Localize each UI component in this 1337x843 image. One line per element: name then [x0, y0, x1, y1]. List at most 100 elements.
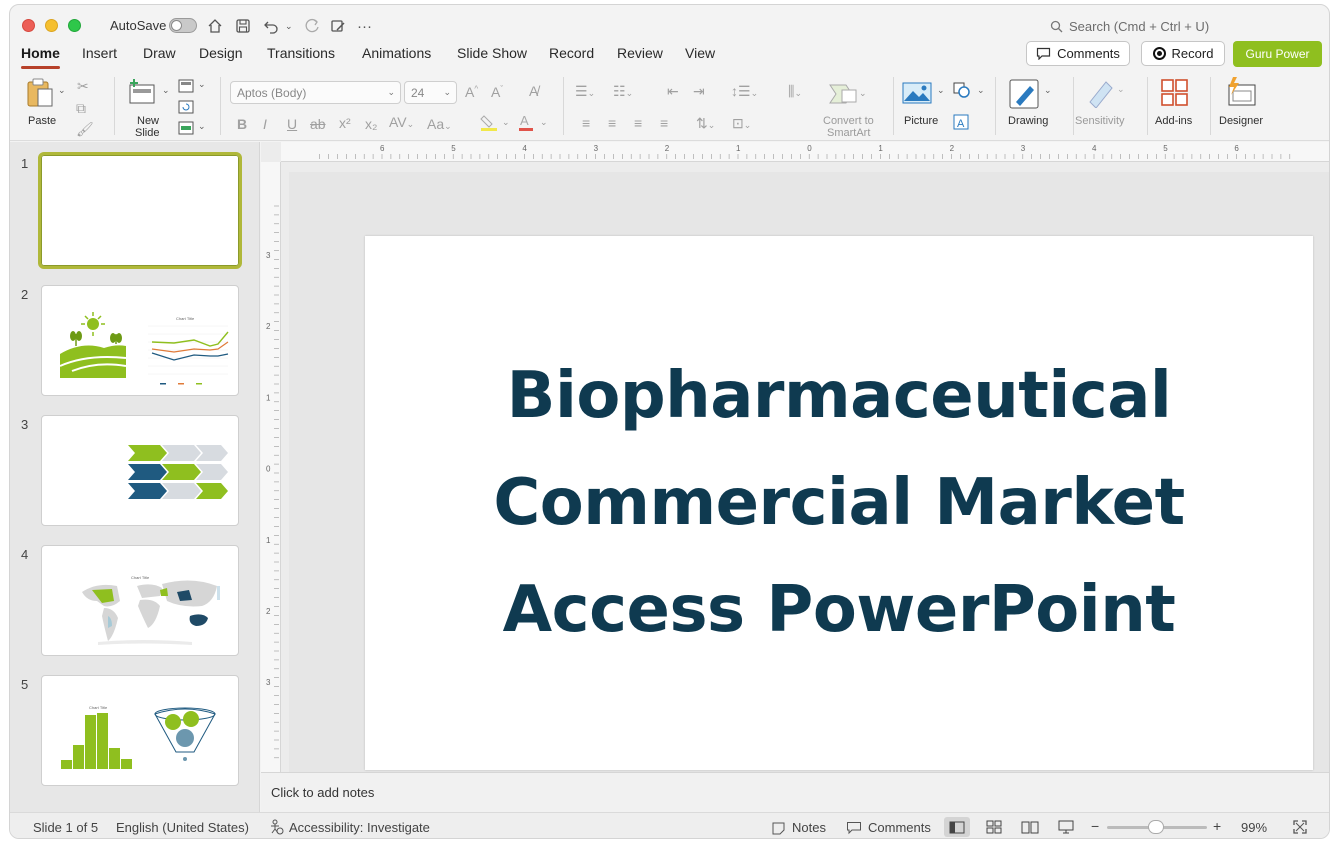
clear-formatting-icon[interactable]: A̸: [529, 83, 538, 99]
decrease-indent-icon[interactable]: ⇤: [667, 83, 679, 100]
reading-view-icon[interactable]: [1017, 817, 1043, 837]
ruler-tick-label: 1: [736, 144, 741, 153]
slide-sorter-icon[interactable]: [981, 817, 1007, 837]
current-slide[interactable]: Biopharmaceutical Commercial Market Acce…: [365, 236, 1313, 770]
zoom-window-button[interactable]: [68, 19, 81, 32]
tab-insert[interactable]: Insert: [82, 45, 117, 61]
tab-view[interactable]: View: [685, 45, 715, 61]
picture-icon[interactable]: [902, 81, 932, 108]
normal-view-icon[interactable]: [944, 817, 970, 837]
increase-indent-icon[interactable]: ⇥: [693, 83, 705, 100]
thumb-chart-title: Chart Title: [89, 705, 108, 710]
cut-icon[interactable]: ✂: [77, 78, 89, 95]
tab-design[interactable]: Design: [199, 45, 243, 61]
zoom-level[interactable]: 99%: [1241, 820, 1267, 835]
tab-record[interactable]: Record: [549, 45, 594, 61]
layout-icon[interactable]: [178, 79, 194, 96]
align-text-icon[interactable]: ⊡⌄: [732, 115, 751, 132]
guru-power-button[interactable]: Guru Power: [1233, 41, 1322, 67]
text-box-icon[interactable]: A: [952, 113, 970, 134]
bold-icon[interactable]: B: [237, 116, 247, 132]
new-slide-dropdown-icon[interactable]: ⌄: [162, 85, 170, 96]
copy-icon[interactable]: ⧉: [76, 100, 86, 117]
customize-icon[interactable]: [330, 17, 346, 35]
justify-icon[interactable]: ≡: [660, 115, 668, 131]
font-color-icon[interactable]: A ⌄: [518, 113, 548, 135]
comments-button[interactable]: Comments: [1026, 41, 1130, 66]
underline-icon[interactable]: U: [287, 116, 297, 132]
undo-icon[interactable]: [263, 17, 279, 35]
slide-title[interactable]: Biopharmaceutical Commercial Market Acce…: [493, 343, 1185, 664]
zoom-slider-handle[interactable]: [1148, 820, 1164, 834]
language-status[interactable]: English (United States): [116, 820, 249, 835]
zoom-in-icon[interactable]: +: [1213, 818, 1221, 834]
font-name-select[interactable]: Aptos (Body) ⌄: [230, 81, 401, 104]
tab-transitions[interactable]: Transitions: [267, 45, 335, 61]
strikethrough-icon[interactable]: ab: [310, 116, 326, 132]
add-ins-icon[interactable]: [1160, 78, 1190, 111]
paste-icon[interactable]: [26, 77, 56, 112]
tab-home[interactable]: Home: [21, 45, 60, 69]
accessibility-status[interactable]: Accessibility: Investigate: [289, 820, 430, 835]
align-center-icon[interactable]: ≡: [608, 115, 616, 131]
align-right-icon[interactable]: ≡: [634, 115, 642, 131]
decrease-font-size-icon[interactable]: Aˇ: [491, 84, 503, 100]
autosave-toggle[interactable]: [169, 18, 197, 33]
record-button-label: Record: [1171, 46, 1214, 61]
record-button[interactable]: Record: [1141, 41, 1225, 66]
tab-slide-show[interactable]: Slide Show: [457, 45, 527, 61]
align-left-icon[interactable]: ≡: [582, 115, 590, 131]
italic-icon[interactable]: I: [263, 116, 267, 132]
slide-thumbnail-4[interactable]: Chart Title: [41, 545, 239, 656]
undo-dropdown-icon[interactable]: ⌄: [285, 17, 293, 35]
tab-review[interactable]: Review: [617, 45, 663, 61]
slide-thumbnail-2[interactable]: Chart Title: [41, 285, 239, 396]
drawing-dropdown-icon[interactable]: ⌄: [1044, 85, 1052, 96]
drawing-icon[interactable]: [1008, 78, 1040, 113]
tab-animations[interactable]: Animations: [362, 45, 431, 61]
highlight-color-icon[interactable]: ⌄: [480, 114, 510, 135]
sensitivity-icon[interactable]: ⌄: [1086, 78, 1126, 111]
notes-toggle[interactable]: Notes: [792, 820, 826, 835]
numbering-icon[interactable]: ☷⌄: [613, 83, 633, 100]
slideshow-view-icon[interactable]: [1053, 817, 1079, 837]
minimize-window-button[interactable]: [45, 19, 58, 32]
home-icon[interactable]: [207, 17, 223, 35]
convert-smartart-icon[interactable]: ⌄: [828, 81, 868, 110]
paste-dropdown-icon[interactable]: ⌄: [58, 85, 66, 96]
picture-dropdown-icon[interactable]: ⌄: [937, 85, 945, 96]
slide-thumbnail-5[interactable]: Chart Title: [41, 675, 239, 786]
increase-font-size-icon[interactable]: A^: [465, 84, 478, 100]
bullets-icon[interactable]: ☰⌄: [575, 83, 595, 100]
save-icon[interactable]: [235, 17, 251, 35]
comments-status-icon[interactable]: [846, 821, 862, 838]
slide-thumbnail-3[interactable]: [41, 415, 239, 526]
fit-to-window-icon[interactable]: [1292, 819, 1308, 838]
notes-pane[interactable]: Click to add notes: [261, 772, 1329, 812]
slide-thumbnails-panel[interactable]: 1 2 Chart Title 3 4 Chart Title 5 Chart …: [10, 142, 260, 812]
tab-draw[interactable]: Draw: [143, 45, 176, 61]
close-window-button[interactable]: [22, 19, 35, 32]
character-spacing-icon[interactable]: AV⌄: [389, 114, 414, 130]
new-slide-label-1: New: [137, 115, 160, 127]
shapes-icon[interactable]: ⌄: [952, 81, 986, 102]
section-icon[interactable]: [178, 121, 194, 138]
font-size-select[interactable]: 24 ⌄: [404, 81, 457, 104]
zoom-out-icon[interactable]: −: [1091, 818, 1099, 834]
subscript-icon[interactable]: x₂: [365, 116, 377, 132]
slide-thumbnail-1[interactable]: [38, 152, 242, 269]
columns-icon[interactable]: ⫼⌄: [788, 83, 802, 100]
redo-icon[interactable]: [304, 17, 320, 35]
text-direction-icon[interactable]: ⇅⌄: [696, 115, 715, 132]
new-slide-icon[interactable]: [128, 79, 158, 108]
change-case-icon[interactable]: Aa⌄: [427, 116, 452, 132]
format-painter-icon[interactable]: 🖌: [76, 121, 94, 138]
more-options-icon[interactable]: ···: [357, 17, 372, 35]
search-box[interactable]: Search (Cmd + Ctrl + U): [1050, 19, 1209, 34]
superscript-icon[interactable]: x²: [339, 115, 351, 131]
comments-toggle[interactable]: Comments: [868, 820, 931, 835]
reset-icon[interactable]: [178, 100, 194, 117]
line-spacing-icon[interactable]: ↕☰⌄: [731, 83, 758, 100]
designer-icon[interactable]: [1225, 77, 1259, 112]
notes-icon[interactable]: [771, 821, 786, 838]
